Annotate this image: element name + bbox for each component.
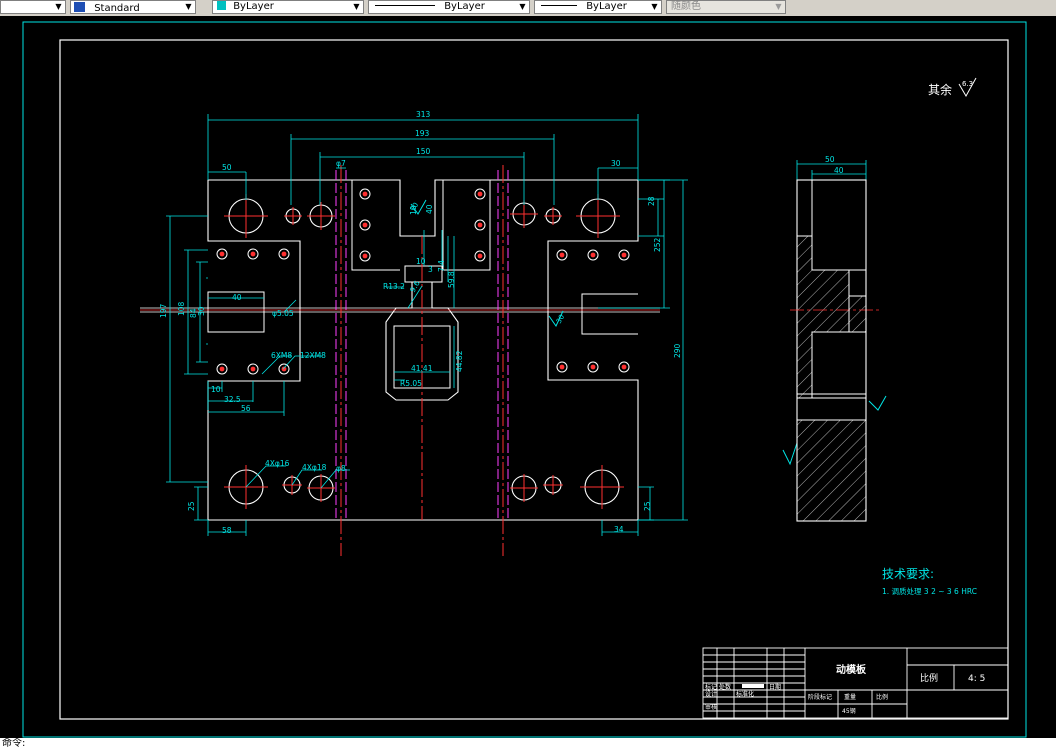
- dim-text: 25: [643, 501, 652, 511]
- chevron-down-icon: ▼: [775, 2, 782, 11]
- dim-text: 30: [611, 159, 621, 168]
- scale-label: 比例: [920, 672, 938, 684]
- dim-text: φ5.05: [272, 309, 294, 318]
- dim-text: 197: [159, 303, 168, 318]
- tech-requirements-note: 1. 调质处理 3 2 ~ 3 6 HRC: [882, 586, 977, 596]
- dim-text: 30: [197, 306, 206, 316]
- dim-text: 12XM8: [300, 351, 326, 360]
- lineweight-value: ByLayer: [586, 1, 627, 12]
- dim-text: 40: [834, 166, 844, 175]
- chevron-down-icon[interactable]: ▼: [183, 1, 194, 13]
- dim-text: 7.4: [437, 260, 446, 272]
- command-prompt: 命令:: [2, 738, 26, 749]
- lineweight-preview-icon: [541, 5, 577, 6]
- linetype-control-select[interactable]: ByLayer ▼: [368, 0, 530, 14]
- dim-text: 40: [232, 293, 242, 302]
- chevron-down-icon[interactable]: ▼: [517, 1, 528, 13]
- color-value: ByLayer: [233, 1, 274, 12]
- dim-text: 50: [825, 155, 835, 164]
- toolbar-combo-left[interactable]: ▼: [0, 0, 66, 14]
- lineweight-control-select[interactable]: ByLayer ▼: [534, 0, 662, 14]
- dim-text: 50: [222, 163, 232, 172]
- chevron-down-icon[interactable]: ▼: [53, 1, 64, 13]
- tech-requirements-title: 技术要求:: [882, 567, 934, 581]
- text-style-select[interactable]: Standard ▼: [70, 0, 196, 14]
- color-swatch-icon: [217, 1, 226, 10]
- dim-text: 25: [187, 501, 196, 511]
- dim-text: 10: [416, 257, 426, 266]
- dim-text: 290: [673, 343, 682, 358]
- title-cell: 重量: [844, 693, 856, 701]
- dim-text: 6XM8: [271, 351, 292, 360]
- dim-text: 34: [614, 525, 624, 534]
- model-space-background: [0, 16, 1056, 738]
- dim-text: 40: [425, 204, 434, 214]
- linetype-preview-icon: [375, 5, 435, 6]
- title-block-fill: [742, 684, 764, 688]
- title-cell: 比例: [876, 693, 888, 701]
- title-cell: 标记: [705, 683, 717, 691]
- dim-text: φ8: [336, 464, 346, 473]
- dim-text: 58: [222, 526, 232, 535]
- roughness-note-value: 6.3: [962, 80, 973, 88]
- dim-text: 28: [647, 196, 656, 206]
- dim-text: R13.2: [383, 282, 405, 291]
- dim-text: 44.82: [455, 350, 464, 372]
- chevron-down-icon[interactable]: ▼: [649, 1, 660, 13]
- dim-text: 4Xφ16: [265, 459, 290, 468]
- dim-text: 313: [416, 110, 431, 119]
- dim-text: 59.8: [447, 271, 456, 288]
- dim-text: 41.41: [411, 364, 433, 373]
- title-cell: 阶段标记: [808, 693, 832, 701]
- dim-text: 193: [415, 129, 430, 138]
- text-style-icon: [74, 2, 85, 12]
- linetype-value: ByLayer: [444, 1, 485, 12]
- title-cell: 日期: [769, 683, 781, 691]
- title-cell: 审核: [705, 703, 717, 711]
- title-material: 45钢: [842, 707, 856, 715]
- plotstyle-value: 随颜色: [671, 1, 701, 12]
- dim-text: φ7: [336, 159, 346, 168]
- command-line[interactable]: 命令:: [0, 738, 1056, 750]
- chevron-down-icon[interactable]: ▼: [351, 1, 362, 13]
- part-name: 动模板: [836, 663, 867, 676]
- dim-text: 108: [177, 301, 186, 316]
- text-style-value: Standard: [94, 3, 140, 14]
- properties-toolbar: ▼ Standard ▼ ByLayer ▼ ByLayer ▼ ByLayer…: [0, 0, 1056, 17]
- dim-text: 56: [241, 404, 251, 413]
- dim-text: 3: [428, 265, 433, 274]
- scale-value: 4: 5: [968, 674, 985, 684]
- dim-text: 252: [653, 237, 662, 252]
- color-control-select[interactable]: ByLayer ▼: [212, 0, 364, 14]
- dim-text: R5.05: [400, 379, 422, 388]
- roughness-note-label: 其余: [928, 82, 952, 97]
- title-cell: 处数: [719, 683, 731, 691]
- dim-text: 4Xφ18: [302, 463, 327, 472]
- plotstyle-control-select: 随颜色 ▼: [666, 0, 786, 14]
- dim-text: 10: [211, 385, 221, 394]
- dim-text: 32.5: [224, 395, 241, 404]
- title-cell: 设计: [705, 690, 717, 698]
- drawing-canvas[interactable]: 313 193 150 50 30 φ7 10 40 10 7.4 59.8 2…: [0, 16, 1056, 738]
- dim-text: 150: [416, 147, 431, 156]
- hatched-section-lower: [796, 419, 867, 522]
- title-cell: 标准化: [736, 690, 754, 698]
